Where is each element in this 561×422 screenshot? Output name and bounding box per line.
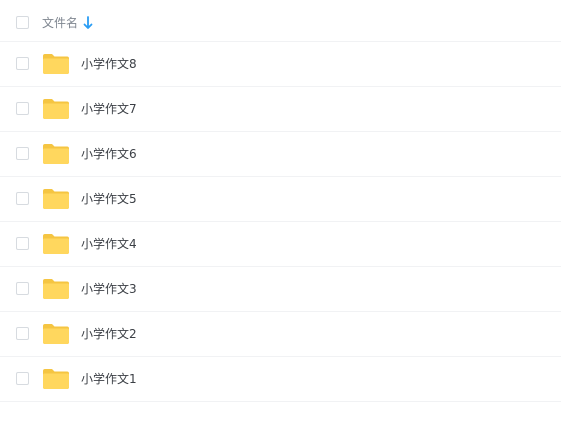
file-row[interactable]: 小学作文3 <box>0 267 561 312</box>
arrow-down-icon[interactable] <box>83 16 93 30</box>
file-name[interactable]: 小学作文8 <box>81 56 137 72</box>
file-name[interactable]: 小学作文6 <box>81 146 137 162</box>
row-checkbox[interactable] <box>16 57 29 70</box>
folder-icon <box>43 54 69 74</box>
folder-icon <box>43 279 69 299</box>
select-all-checkbox[interactable] <box>16 16 29 29</box>
file-name[interactable]: 小学作文3 <box>81 281 137 297</box>
row-checkbox[interactable] <box>16 372 29 385</box>
file-name[interactable]: 小学作文4 <box>81 236 137 252</box>
row-checkbox[interactable] <box>16 192 29 205</box>
folder-icon <box>43 189 69 209</box>
row-checkbox[interactable] <box>16 147 29 160</box>
file-row[interactable]: 小学作文6 <box>0 132 561 177</box>
file-row[interactable]: 小学作文7 <box>0 87 561 132</box>
file-row[interactable]: 小学作文5 <box>0 177 561 222</box>
file-list-header: 文件名 <box>0 0 561 42</box>
file-row[interactable]: 小学作文2 <box>0 312 561 357</box>
file-row[interactable]: 小学作文8 <box>0 42 561 87</box>
file-row[interactable]: 小学作文1 <box>0 357 561 402</box>
folder-icon <box>43 324 69 344</box>
folder-icon <box>43 99 69 119</box>
file-name[interactable]: 小学作文2 <box>81 326 137 342</box>
file-name[interactable]: 小学作文5 <box>81 191 137 207</box>
folder-icon <box>43 369 69 389</box>
file-row[interactable]: 小学作文4 <box>0 222 561 267</box>
file-list: 文件名 小学作文8 小学作文7 小学作文6 小学作文5 小学作文4 小学作文3 … <box>0 0 561 422</box>
row-checkbox[interactable] <box>16 327 29 340</box>
column-filename-label[interactable]: 文件名 <box>42 15 78 31</box>
file-name[interactable]: 小学作文7 <box>81 101 137 117</box>
row-checkbox[interactable] <box>16 102 29 115</box>
folder-icon <box>43 234 69 254</box>
file-name[interactable]: 小学作文1 <box>81 371 137 387</box>
row-checkbox[interactable] <box>16 282 29 295</box>
folder-icon <box>43 144 69 164</box>
row-checkbox[interactable] <box>16 237 29 250</box>
